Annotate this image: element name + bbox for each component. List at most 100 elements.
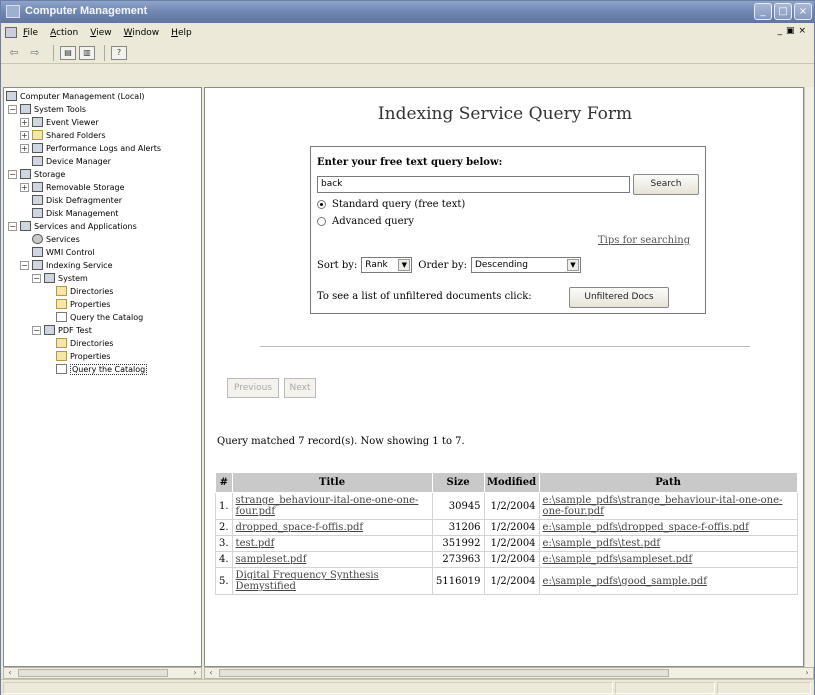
services-apps-icon <box>20 221 31 231</box>
dropdown-arrow-icon[interactable]: ▼ <box>566 259 579 271</box>
result-path-link[interactable]: e:\sample_pdfs\dropped_space-f-offis.pdf <box>543 522 749 533</box>
indexing-icon <box>32 260 43 270</box>
services-icon <box>32 234 43 244</box>
collapse-icon[interactable]: − <box>8 169 17 179</box>
tips-for-searching-link[interactable]: Tips for searching <box>598 235 690 246</box>
collapse-icon[interactable]: − <box>32 273 41 283</box>
tree-item-system-query-catalog[interactable]: Query the Catalog <box>56 311 143 323</box>
radio-unselected[interactable] <box>317 217 326 226</box>
tree-item-wmi-control[interactable]: WMI Control <box>32 246 95 258</box>
expand-icon[interactable]: + <box>20 143 29 153</box>
tree-item-services[interactable]: Services <box>32 233 80 245</box>
result-size: 31206 <box>431 519 485 536</box>
query-input[interactable]: back <box>317 176 630 193</box>
help-icon[interactable]: ? <box>111 45 127 60</box>
tree-item-computer-management[interactable]: Computer Management (Local) <box>6 90 145 102</box>
tree-item-disk-defragmenter[interactable]: Disk Defragmenter <box>32 194 122 206</box>
scroll-left-icon[interactable]: ‹ <box>205 668 217 678</box>
scroll-right-icon[interactable]: › <box>189 668 201 678</box>
content-horizontal-scrollbar[interactable]: ‹ › <box>204 667 814 679</box>
tree-item-event-viewer[interactable]: + Event Viewer <box>20 116 99 128</box>
result-title-link[interactable]: strange_behaviour-ital-one-one-one-four.… <box>236 495 419 517</box>
tree-item-system-catalog[interactable]: − System <box>32 272 88 284</box>
tree-item-services-and-applications[interactable]: − Services and Applications <box>8 220 137 232</box>
tree-item-removable-storage[interactable]: + Removable Storage <box>20 181 125 193</box>
result-path-link[interactable]: e:\sample_pdfs\good_sample.pdf <box>543 576 707 587</box>
radio-selected[interactable] <box>317 200 326 209</box>
toolbar-separator <box>104 44 105 61</box>
scroll-right-icon[interactable]: › <box>801 668 813 678</box>
previous-button[interactable]: Previous <box>227 378 279 398</box>
order-by-label: Order by: <box>418 259 467 271</box>
row-number: 2. <box>215 519 233 536</box>
forward-arrow-icon[interactable]: ⇨ <box>26 45 44 61</box>
scroll-left-icon[interactable]: ‹ <box>4 668 16 678</box>
collapse-icon[interactable]: − <box>32 325 41 335</box>
mmc-menu-icon[interactable] <box>5 27 17 38</box>
expand-icon[interactable]: + <box>20 182 29 192</box>
content-vertical-scrollbar[interactable] <box>804 87 814 667</box>
scroll-thumb[interactable] <box>219 669 669 677</box>
result-path-link[interactable]: e:\sample_pdfs\strange_behaviour-ital-on… <box>543 495 783 517</box>
result-modified: 1/2/2004 <box>483 535 540 552</box>
unfiltered-docs-button[interactable]: Unfiltered Docs <box>569 287 669 308</box>
back-arrow-icon[interactable]: ⇦ <box>5 45 23 61</box>
tree-item-disk-management[interactable]: Disk Management <box>32 207 118 219</box>
advanced-query-option[interactable]: Advanced query <box>317 216 414 227</box>
dropdown-arrow-icon[interactable]: ▼ <box>398 259 411 271</box>
result-modified: 1/2/2004 <box>483 519 540 536</box>
result-title-link[interactable]: Digital Frequency Synthesis Demystified <box>236 570 379 592</box>
child-restore-icon[interactable]: ▣ <box>786 26 795 36</box>
show-hide-tree-icon[interactable]: ▥ <box>79 45 95 60</box>
column-header-number: # <box>215 472 233 493</box>
tree-item-system-tools[interactable]: − System Tools <box>8 103 86 115</box>
result-title-link[interactable]: sampleset.pdf <box>236 554 307 565</box>
expand-icon[interactable]: + <box>20 117 29 127</box>
collapse-icon[interactable]: − <box>20 260 29 270</box>
tree-item-pdf-test-properties[interactable]: Properties <box>56 350 110 362</box>
tree-item-system-directories[interactable]: Directories <box>56 285 113 297</box>
console-tree[interactable]: Computer Management (Local) − System Too… <box>3 87 202 667</box>
standard-query-option[interactable]: Standard query (free text) <box>317 199 465 210</box>
tree-item-system-properties[interactable]: Properties <box>56 298 110 310</box>
tree-item-pdf-test-catalog[interactable]: − PDF Test <box>32 324 92 336</box>
result-size: 30945 <box>431 492 485 520</box>
tree-horizontal-scrollbar[interactable]: ‹ › <box>3 667 202 679</box>
tree-item-pdf-test-query-catalog[interactable]: Query the Catalog <box>56 363 148 375</box>
tree-item-indexing-service[interactable]: − Indexing Service <box>20 259 113 271</box>
result-title-link[interactable]: dropped_space-f-offis.pdf <box>236 522 364 533</box>
tree-item-performance-logs[interactable]: + Performance Logs and Alerts <box>20 142 161 154</box>
result-path-link[interactable]: e:\sample_pdfs\sampleset.pdf <box>543 554 693 565</box>
expand-icon[interactable]: + <box>20 130 29 140</box>
tree-item-storage[interactable]: − Storage <box>8 168 65 180</box>
menu-file[interactable]: File <box>23 28 38 38</box>
minimize-button[interactable]: _ <box>754 3 772 20</box>
column-header-path: Path <box>538 472 798 493</box>
unfiltered-text: To see a list of unfiltered documents cl… <box>317 291 532 302</box>
result-modified: 1/2/2004 <box>483 492 540 520</box>
close-button[interactable]: × <box>794 3 812 20</box>
result-path-link[interactable]: e:\sample_pdfs\test.pdf <box>543 538 661 549</box>
collapse-icon[interactable]: − <box>8 104 17 114</box>
child-minimize-icon[interactable]: _ <box>777 26 782 36</box>
menu-help[interactable]: Help <box>171 28 192 38</box>
title-bar[interactable]: Computer Management _ □ × <box>1 1 814 23</box>
menu-view[interactable]: View <box>90 28 111 38</box>
order-by-select[interactable]: Descending ▼ <box>470 257 581 273</box>
collapse-icon[interactable]: − <box>8 221 17 231</box>
scroll-thumb[interactable] <box>18 669 168 677</box>
maximize-button[interactable]: □ <box>774 3 792 20</box>
next-button[interactable]: Next <box>284 378 316 398</box>
result-title-link[interactable]: test.pdf <box>236 538 275 549</box>
tree-item-shared-folders[interactable]: + Shared Folders <box>20 129 106 141</box>
table-row: 2. dropped_space-f-offis.pdf 31206 1/2/2… <box>215 519 798 536</box>
menu-window[interactable]: Window <box>124 28 160 38</box>
search-button[interactable]: Search <box>633 174 699 195</box>
tree-item-pdf-test-directories[interactable]: Directories <box>56 337 113 349</box>
tree-item-device-manager[interactable]: Device Manager <box>32 155 111 167</box>
folder-icon <box>56 338 67 348</box>
menu-action[interactable]: Action <box>50 28 78 38</box>
sort-by-select[interactable]: Rank ▼ <box>361 257 413 273</box>
child-close-icon[interactable]: × <box>798 26 806 36</box>
up-one-level-icon[interactable]: ▤ <box>60 45 76 60</box>
